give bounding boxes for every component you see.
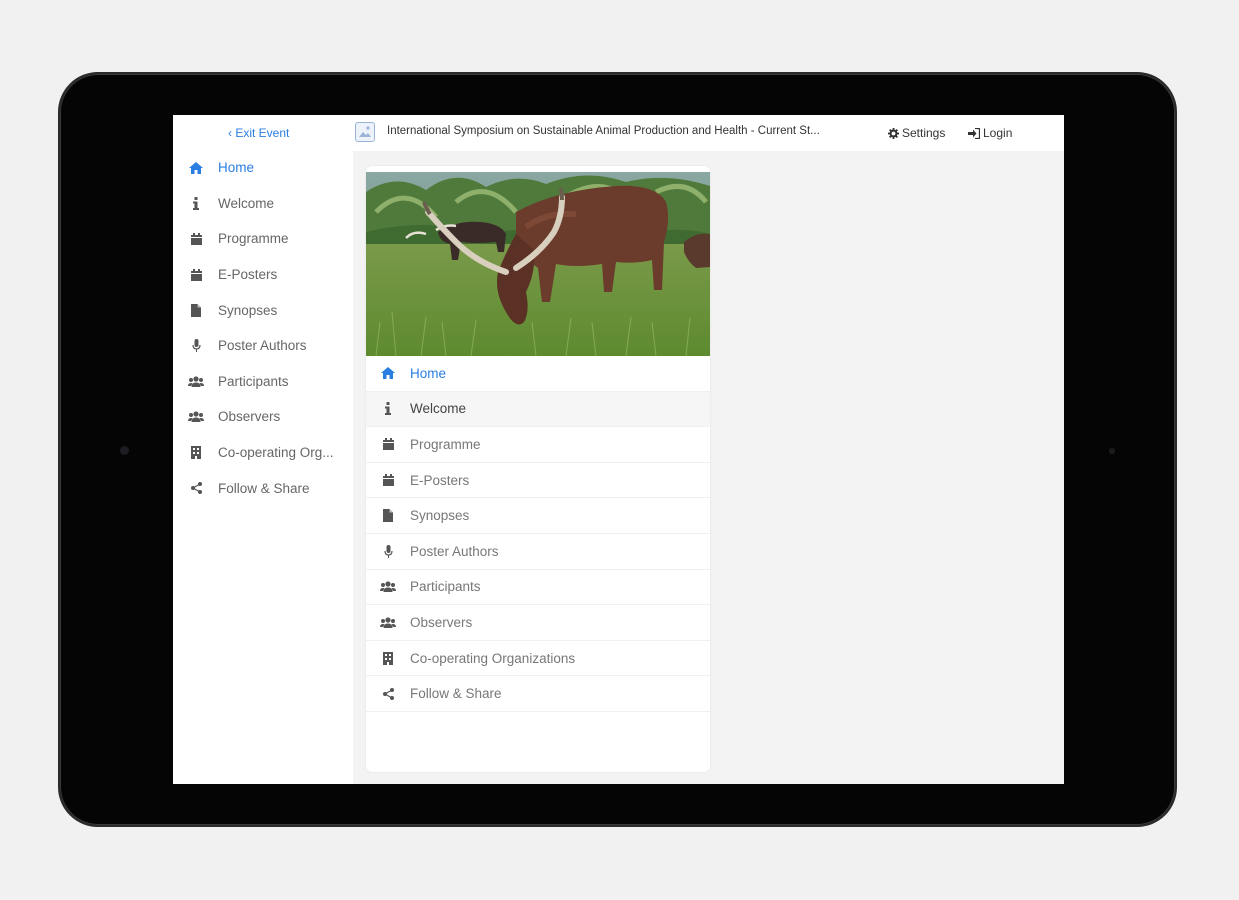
microphone-icon xyxy=(380,544,396,558)
card-item-label: Home xyxy=(410,365,447,381)
sidebar-item-poster-authors[interactable]: Poster Authors xyxy=(173,328,353,364)
card-item-poster-authors[interactable]: Poster Authors xyxy=(366,534,710,570)
card-item-label: Participants xyxy=(410,579,481,595)
top-bar: International Symposium on Sustainable A… xyxy=(353,115,1064,151)
document-icon xyxy=(380,509,396,523)
card-item-label: Follow & Share xyxy=(410,686,502,702)
users-icon xyxy=(380,615,396,629)
home-icon xyxy=(187,161,205,175)
card-item-co-operating-organizations[interactable]: Co-operating Organizations xyxy=(366,641,710,677)
sidebar-item-co-operating-organizations[interactable]: Co-operating Org... xyxy=(173,435,353,471)
card-item-label: Observers xyxy=(410,614,473,630)
users-icon xyxy=(187,374,205,388)
home-icon xyxy=(380,366,396,380)
card-item-welcome[interactable]: Welcome xyxy=(366,391,710,428)
login-label: Login xyxy=(983,126,1013,140)
share-icon xyxy=(187,481,205,495)
calendar-icon xyxy=(380,473,396,487)
sidebar-item-label: Poster Authors xyxy=(218,338,307,354)
sidebar-item-label: Home xyxy=(218,160,255,176)
microphone-icon xyxy=(187,339,205,353)
sidebar-item-label: Observers xyxy=(218,409,281,425)
login-button[interactable]: Login xyxy=(968,126,1012,140)
card-item-label: Co-operating Organizations xyxy=(410,650,576,666)
sensor-dot xyxy=(1109,448,1115,454)
sidebar-item-label: Programme xyxy=(218,231,289,247)
sidebar-item-label: Participants xyxy=(218,373,289,389)
info-icon xyxy=(187,196,205,210)
sidebar-nav: Home Welcome Programme E-Posters Synopse… xyxy=(173,150,353,506)
sidebar-item-home[interactable]: Home xyxy=(173,150,353,186)
calendar-icon xyxy=(187,232,205,246)
event-menu-card: Home Welcome Programme E-Posters Synopse… xyxy=(366,166,710,772)
gear-icon xyxy=(888,127,899,139)
sidebar-item-follow-share[interactable]: Follow & Share xyxy=(173,470,353,506)
sidebar-item-label: E-Posters xyxy=(218,267,278,283)
sidebar-item-welcome[interactable]: Welcome xyxy=(173,186,353,222)
card-item-programme[interactable]: Programme xyxy=(366,427,710,463)
card-item-label: E-Posters xyxy=(410,472,470,488)
sidebar-item-participants[interactable]: Participants xyxy=(173,364,353,400)
event-title: International Symposium on Sustainable A… xyxy=(387,125,820,137)
info-icon xyxy=(380,402,396,416)
card-item-synopses[interactable]: Synopses xyxy=(366,498,710,534)
event-hero-image xyxy=(366,172,710,356)
exit-event-link[interactable]: ‹ Exit Event xyxy=(228,126,289,140)
card-item-e-posters[interactable]: E-Posters xyxy=(366,463,710,499)
settings-button[interactable]: Settings xyxy=(888,126,945,140)
users-icon xyxy=(380,580,396,594)
building-icon xyxy=(380,651,396,665)
sidebar-item-synopses[interactable]: Synopses xyxy=(173,292,353,328)
card-item-label: Poster Authors xyxy=(410,543,499,559)
card-item-label: Synopses xyxy=(410,508,470,524)
sidebar-item-label: Welcome xyxy=(218,195,275,211)
sidebar-item-label: Follow & Share xyxy=(218,480,310,496)
card-item-observers[interactable]: Observers xyxy=(366,605,710,641)
calendar-icon xyxy=(187,268,205,282)
sidebar-item-e-posters[interactable]: E-Posters xyxy=(173,257,353,293)
document-icon xyxy=(187,303,205,317)
card-item-home[interactable]: Home xyxy=(366,356,710,392)
sidebar-item-label: Co-operating Org... xyxy=(218,445,334,461)
app-screen: ‹ Exit Event Home Welcome Programme E-Po… xyxy=(173,115,1064,784)
share-icon xyxy=(380,687,396,701)
card-nav-list: Home Welcome Programme E-Posters Synopse… xyxy=(366,356,710,712)
settings-label: Settings xyxy=(902,126,946,140)
sidebar-item-observers[interactable]: Observers xyxy=(173,399,353,435)
card-item-participants[interactable]: Participants xyxy=(366,570,710,606)
login-icon xyxy=(968,127,980,139)
calendar-icon xyxy=(380,437,396,451)
event-logo-image xyxy=(355,122,375,142)
users-icon xyxy=(187,410,205,424)
sidebar: ‹ Exit Event Home Welcome Programme E-Po… xyxy=(173,115,353,784)
card-item-label: Programme xyxy=(410,436,481,452)
sidebar-item-programme[interactable]: Programme xyxy=(173,221,353,257)
sidebar-item-label: Synopses xyxy=(218,302,278,318)
camera-dot xyxy=(120,446,129,455)
card-item-follow-share[interactable]: Follow & Share xyxy=(366,676,710,712)
card-item-label: Welcome xyxy=(410,401,467,417)
building-icon xyxy=(187,446,205,460)
